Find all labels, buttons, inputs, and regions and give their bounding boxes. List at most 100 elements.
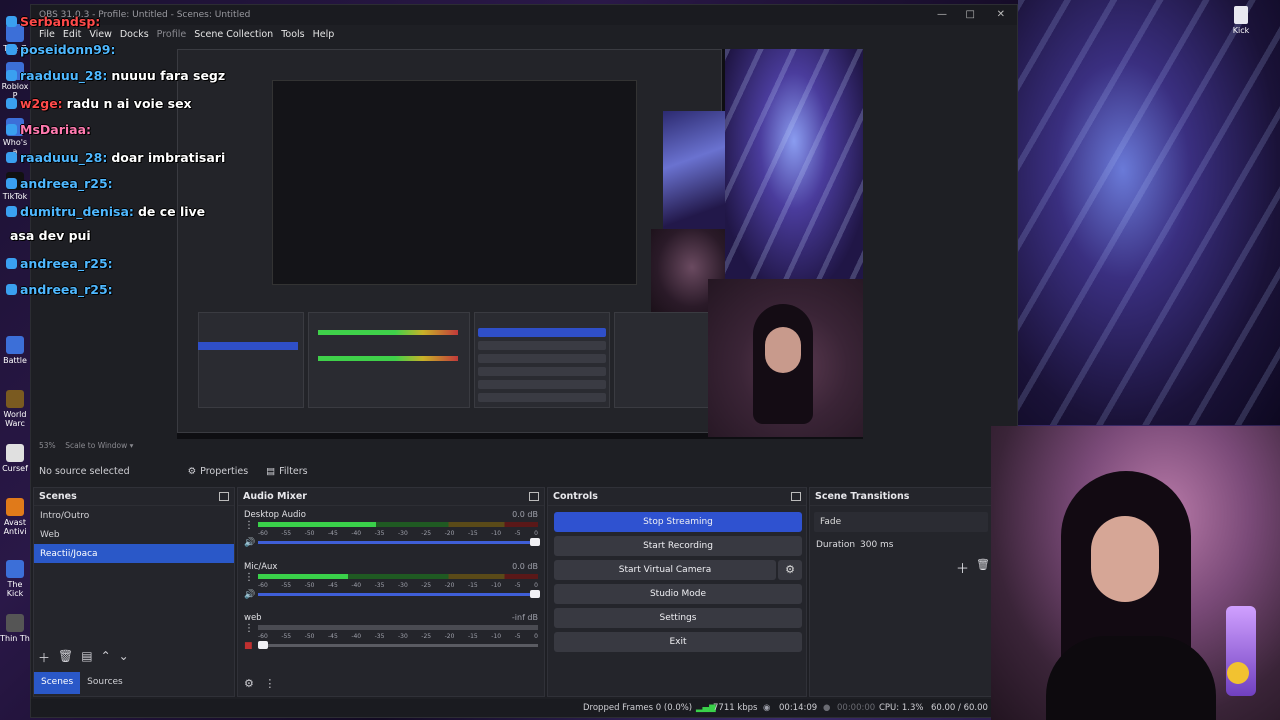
undock-icon[interactable] <box>529 492 539 501</box>
channel-db: 0.0 dB <box>512 562 538 571</box>
gear-icon[interactable]: ⚙ <box>244 677 254 690</box>
studio-mode-button[interactable]: Studio Mode <box>554 584 802 604</box>
more-icon[interactable]: ⋮ <box>264 677 275 690</box>
meter-tick-label: -60 <box>258 530 268 537</box>
desktop-icon-label: Cursef <box>2 464 28 473</box>
app-icon <box>6 172 24 190</box>
scene-item-reactii-joaca[interactable]: Reactii/Joaca <box>34 544 234 563</box>
start-recording-button[interactable]: Start Recording <box>554 536 802 556</box>
desktop-icon-label: World Warc <box>3 410 27 428</box>
meter-tick-label: -5 <box>514 530 521 537</box>
meter-tick-label: -25 <box>421 633 432 640</box>
nested-button <box>478 367 606 376</box>
app-icon <box>6 498 24 516</box>
menu-scene-collection[interactable]: Scene Collection <box>190 25 277 45</box>
desktop-icon[interactable]: Roblox P <box>0 62 30 100</box>
scene-item-web[interactable]: Web <box>34 525 234 544</box>
close-button[interactable]: ✕ <box>997 9 1005 20</box>
webcam-person-body <box>1046 636 1216 720</box>
nested-button <box>478 354 606 363</box>
tab-scenes[interactable]: Scenes <box>34 672 81 694</box>
filters-button[interactable]: ▤ Filters <box>266 466 307 477</box>
desktop-icon-label: Roblox P <box>1 82 29 100</box>
scene-item-intro-outro[interactable]: Intro/Outro <box>34 506 234 525</box>
desktop-icon[interactable]: World Warc <box>0 390 30 428</box>
desktop-icon[interactable]: Thin Th <box>0 614 30 643</box>
slider-knob[interactable] <box>530 590 540 598</box>
mixer-title: Audio Mixer <box>243 491 307 502</box>
volume-slider[interactable] <box>258 590 540 598</box>
menu-file[interactable]: File <box>35 25 59 45</box>
chevron-down-icon[interactable]: ▾ <box>130 441 134 450</box>
menu-profile[interactable]: Profile <box>153 25 191 45</box>
muted-speaker-icon[interactable]: ■ <box>244 641 253 651</box>
desktop-icon[interactable]: Cursef <box>0 444 30 473</box>
meter-tick-label: -40 <box>351 633 362 640</box>
meter-tick-label: -55 <box>281 582 292 589</box>
slider-knob[interactable] <box>258 641 268 649</box>
meter-fill <box>258 522 376 527</box>
minimize-button[interactable]: — <box>937 9 947 20</box>
chevron-down-icon[interactable]: ⌄ <box>119 649 129 666</box>
menu-tools[interactable]: Tools <box>277 25 308 45</box>
desktop-icon[interactable]: Who's a <box>0 118 30 156</box>
tab-sources[interactable]: Sources <box>80 672 130 694</box>
channel-name: web <box>244 613 262 623</box>
scene-list: Intro/Outro Web Reactii/Joaca <box>34 506 234 563</box>
app-icon <box>6 614 24 632</box>
menu-docks[interactable]: Docks <box>116 25 153 45</box>
app-icon <box>6 444 24 462</box>
start-virtual-camera-button[interactable]: Start Virtual Camera <box>554 560 776 580</box>
menu-help[interactable]: Help <box>309 25 339 45</box>
meter-tick-label: -50 <box>304 633 315 640</box>
virtual-camera-settings-gear-icon[interactable]: ⚙ <box>778 560 802 580</box>
scale-mode[interactable]: Scale to Window <box>65 441 127 450</box>
transition-select[interactable]: Fade <box>814 512 988 532</box>
menu-bar: File Edit View Docks Profile Scene Colle… <box>31 25 1017 45</box>
more-icon[interactable]: ⋮ <box>244 521 254 531</box>
maximize-button[interactable]: □ <box>966 9 975 20</box>
add-icon[interactable]: ＋ <box>956 558 969 577</box>
undock-icon[interactable] <box>791 492 801 501</box>
trash-icon[interactable]: 🗑 <box>976 558 990 571</box>
meter-ticks: -60 -55 -50 -45 -40 -35 -30 -25 -20 -15 -10 -5 0 <box>258 582 538 589</box>
meter-tick-label: -25 <box>421 582 432 589</box>
duration-value[interactable]: 300 ms <box>860 540 894 550</box>
menu-view[interactable]: View <box>85 25 116 45</box>
meter-tick-label: -15 <box>467 582 478 589</box>
game-art-capture <box>725 49 863 279</box>
desktop-icon[interactable]: The G <box>0 24 30 53</box>
filter-icon[interactable]: ▤ <box>81 649 92 666</box>
app-icon <box>6 560 24 578</box>
slider-knob[interactable] <box>530 538 540 546</box>
meter-tick-label: -5 <box>514 633 521 640</box>
properties-button[interactable]: ⚙ Properties <box>188 466 249 477</box>
undock-icon[interactable] <box>219 492 229 501</box>
settings-button[interactable]: Settings <box>554 608 802 628</box>
desktop-icon[interactable]: The Kick <box>0 560 30 598</box>
more-icon[interactable]: ⋮ <box>244 573 254 583</box>
volume-slider[interactable] <box>258 538 540 546</box>
trash-icon[interactable]: 🗑 <box>58 649 73 666</box>
speaker-icon[interactable]: 🔊 <box>244 538 255 548</box>
desktop-icon[interactable]: TikTok <box>0 172 30 201</box>
desktop-icon-kick[interactable]: Kick <box>1226 6 1256 35</box>
properties-label: Properties <box>200 465 249 477</box>
scene-transitions-dock: Scene Transitions Fade Duration 300 ms ＋… <box>809 487 1019 697</box>
menu-edit[interactable]: Edit <box>59 25 85 45</box>
channel-name: Mic/Aux <box>244 562 278 572</box>
desktop-icon[interactable]: Battle <box>0 336 30 365</box>
chevron-up-icon[interactable]: ⌃ <box>101 649 111 666</box>
exit-button[interactable]: Exit <box>554 632 802 652</box>
stop-streaming-button[interactable]: Stop Streaming <box>554 512 802 532</box>
more-icon[interactable]: ⋮ <box>244 624 254 634</box>
add-icon[interactable]: ＋ <box>38 649 50 666</box>
volume-slider[interactable] <box>258 641 538 649</box>
filter-icon: ▤ <box>266 465 276 477</box>
window-titlebar: OBS 31.0.3 - Profile: Untitled - Scenes:… <box>31 5 1017 25</box>
zoom-level[interactable]: 53% <box>39 441 56 450</box>
desktop-icon[interactable]: Avast Antivi <box>0 498 30 536</box>
meter-tick-label: -45 <box>327 633 338 640</box>
speaker-icon[interactable]: 🔊 <box>244 590 255 600</box>
program-preview[interactable] <box>177 49 863 439</box>
